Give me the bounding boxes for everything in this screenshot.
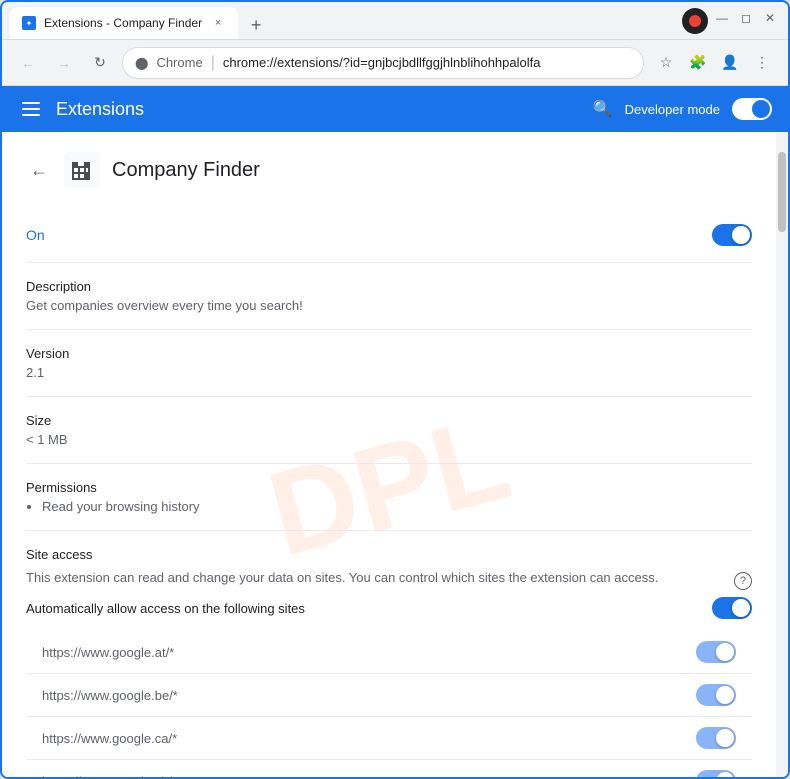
auto-allow-toggle[interactable] [712, 597, 752, 619]
description-value: Get companies overview every time you se… [26, 298, 752, 313]
tab-close-button[interactable]: × [210, 15, 226, 31]
extension-header: ← Company Finder [26, 152, 752, 188]
version-label: Version [26, 346, 752, 361]
site-url-0: https://www.google.at/* [42, 645, 174, 660]
extension-detail: DPL ← Company Finder [2, 132, 776, 777]
toggle-row: On [26, 224, 752, 246]
search-icon[interactable]: 🔍 [593, 99, 613, 119]
menu-icon[interactable]: ⋮ [748, 49, 776, 77]
hamburger-menu[interactable] [18, 98, 44, 120]
auto-allow-row: Automatically allow access on the follow… [26, 597, 752, 619]
info-icon[interactable]: ? [734, 572, 752, 590]
site-row-1: https://www.google.be/* [26, 674, 752, 717]
auto-allow-label: Automatically allow access on the follow… [26, 601, 305, 616]
minimize-button[interactable]: — [712, 8, 732, 28]
size-label: Size [26, 413, 752, 428]
record-indicator [689, 15, 701, 27]
description-section: Description Get companies overview every… [26, 263, 752, 330]
on-label: On [26, 227, 45, 243]
version-section: Version 2.1 [26, 330, 752, 397]
tab-favicon [22, 16, 36, 30]
extensions-puzzle-icon[interactable]: 🧩 [684, 49, 712, 77]
developer-mode-label: Developer mode [625, 102, 720, 117]
ext-bar-right: 🔍 Developer mode [593, 98, 772, 120]
site-url-3: https://www.google.ch/* [42, 774, 177, 778]
content-area: DPL ← Company Finder [2, 132, 788, 777]
record-button [682, 8, 708, 34]
site-toggle-0[interactable] [696, 641, 736, 663]
toolbar-icons: ☆ 🧩 👤 ⋮ [652, 49, 776, 77]
site-access-desc-row: This extension can read and change your … [26, 570, 752, 597]
hamburger-line-3 [22, 114, 40, 116]
profile-icon[interactable]: 👤 [716, 49, 744, 77]
site-url-1: https://www.google.be/* [42, 688, 178, 703]
chrome-label: Chrome [156, 55, 202, 70]
permission-item: Read your browsing history [42, 499, 752, 514]
scrollbar[interactable] [776, 132, 788, 777]
on-off-section: On [26, 208, 752, 263]
developer-mode-toggle[interactable] [732, 98, 772, 120]
site-toggle-1[interactable] [696, 684, 736, 706]
address-separator: | [211, 54, 215, 72]
main-content: DPL ← Company Finder [2, 132, 776, 777]
site-row-3: https://www.google.ch/* [26, 760, 752, 777]
hamburger-line-2 [22, 108, 40, 110]
extension-logo [64, 152, 100, 188]
size-section: Size < 1 MB [26, 397, 752, 464]
address-url: chrome://extensions/?id=gnjbcjbdllfggjhl… [223, 55, 631, 70]
new-tab-button[interactable]: + [242, 11, 270, 39]
site-toggle-3[interactable] [696, 770, 736, 777]
site-toggle-2[interactable] [696, 727, 736, 749]
tab-strip: Extensions - Company Finder × + [10, 2, 678, 39]
extensions-title: Extensions [56, 99, 144, 120]
hamburger-line-1 [22, 102, 40, 104]
close-button[interactable]: ✕ [760, 8, 780, 28]
tab-title: Extensions - Company Finder [44, 16, 202, 30]
back-to-extensions-button[interactable]: ← [26, 156, 52, 185]
scrollbar-thumb[interactable] [778, 152, 786, 232]
size-value: < 1 MB [26, 432, 752, 447]
window-controls: — ◻ ✕ [682, 8, 780, 34]
site-access-section: Site access This extension can read and … [26, 531, 752, 777]
permissions-label: Permissions [26, 480, 752, 495]
forward-button[interactable]: → [50, 49, 78, 77]
titlebar: Extensions - Company Finder × + — ◻ ✕ [2, 2, 788, 40]
extension-enabled-toggle[interactable] [712, 224, 752, 246]
refresh-button[interactable]: ↻ [86, 49, 114, 77]
site-row-0: https://www.google.at/* [26, 631, 752, 674]
active-tab[interactable]: Extensions - Company Finder × [10, 7, 238, 39]
lock-icon: ⬤ [135, 56, 148, 70]
browser-window: Extensions - Company Finder × + — ◻ ✕ ← … [0, 0, 790, 779]
version-value: 2.1 [26, 365, 752, 380]
permissions-list: Read your browsing history [42, 499, 752, 514]
omnibar: ← → ↻ ⬤ Chrome | chrome://extensions/?id… [2, 40, 788, 86]
maximize-button[interactable]: ◻ [736, 8, 756, 28]
address-bar[interactable]: ⬤ Chrome | chrome://extensions/?id=gnjbc… [122, 47, 644, 79]
site-url-2: https://www.google.ca/* [42, 731, 177, 746]
site-access-title: Site access [26, 547, 752, 562]
extensions-header-bar: Extensions 🔍 Developer mode [2, 86, 788, 132]
permissions-section: Permissions Read your browsing history [26, 464, 752, 531]
bookmark-icon[interactable]: ☆ [652, 49, 680, 77]
extension-name: Company Finder [112, 159, 260, 182]
site-row-2: https://www.google.ca/* [26, 717, 752, 760]
site-access-description: This extension can read and change your … [26, 570, 726, 585]
back-button[interactable]: ← [14, 49, 42, 77]
description-label: Description [26, 279, 752, 294]
